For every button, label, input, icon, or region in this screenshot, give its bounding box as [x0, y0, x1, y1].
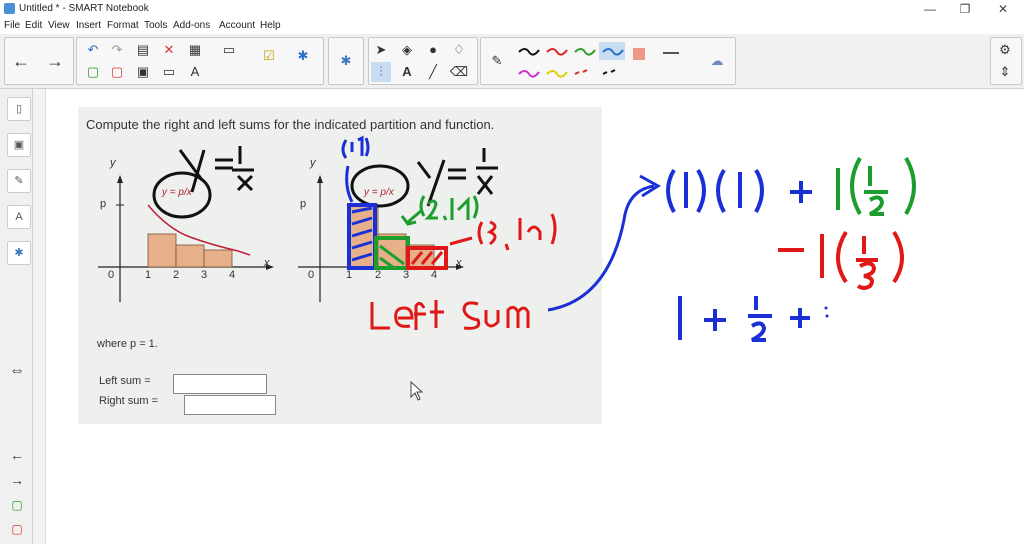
cursor-icon	[410, 381, 424, 401]
ink-layer	[152, 135, 916, 342]
